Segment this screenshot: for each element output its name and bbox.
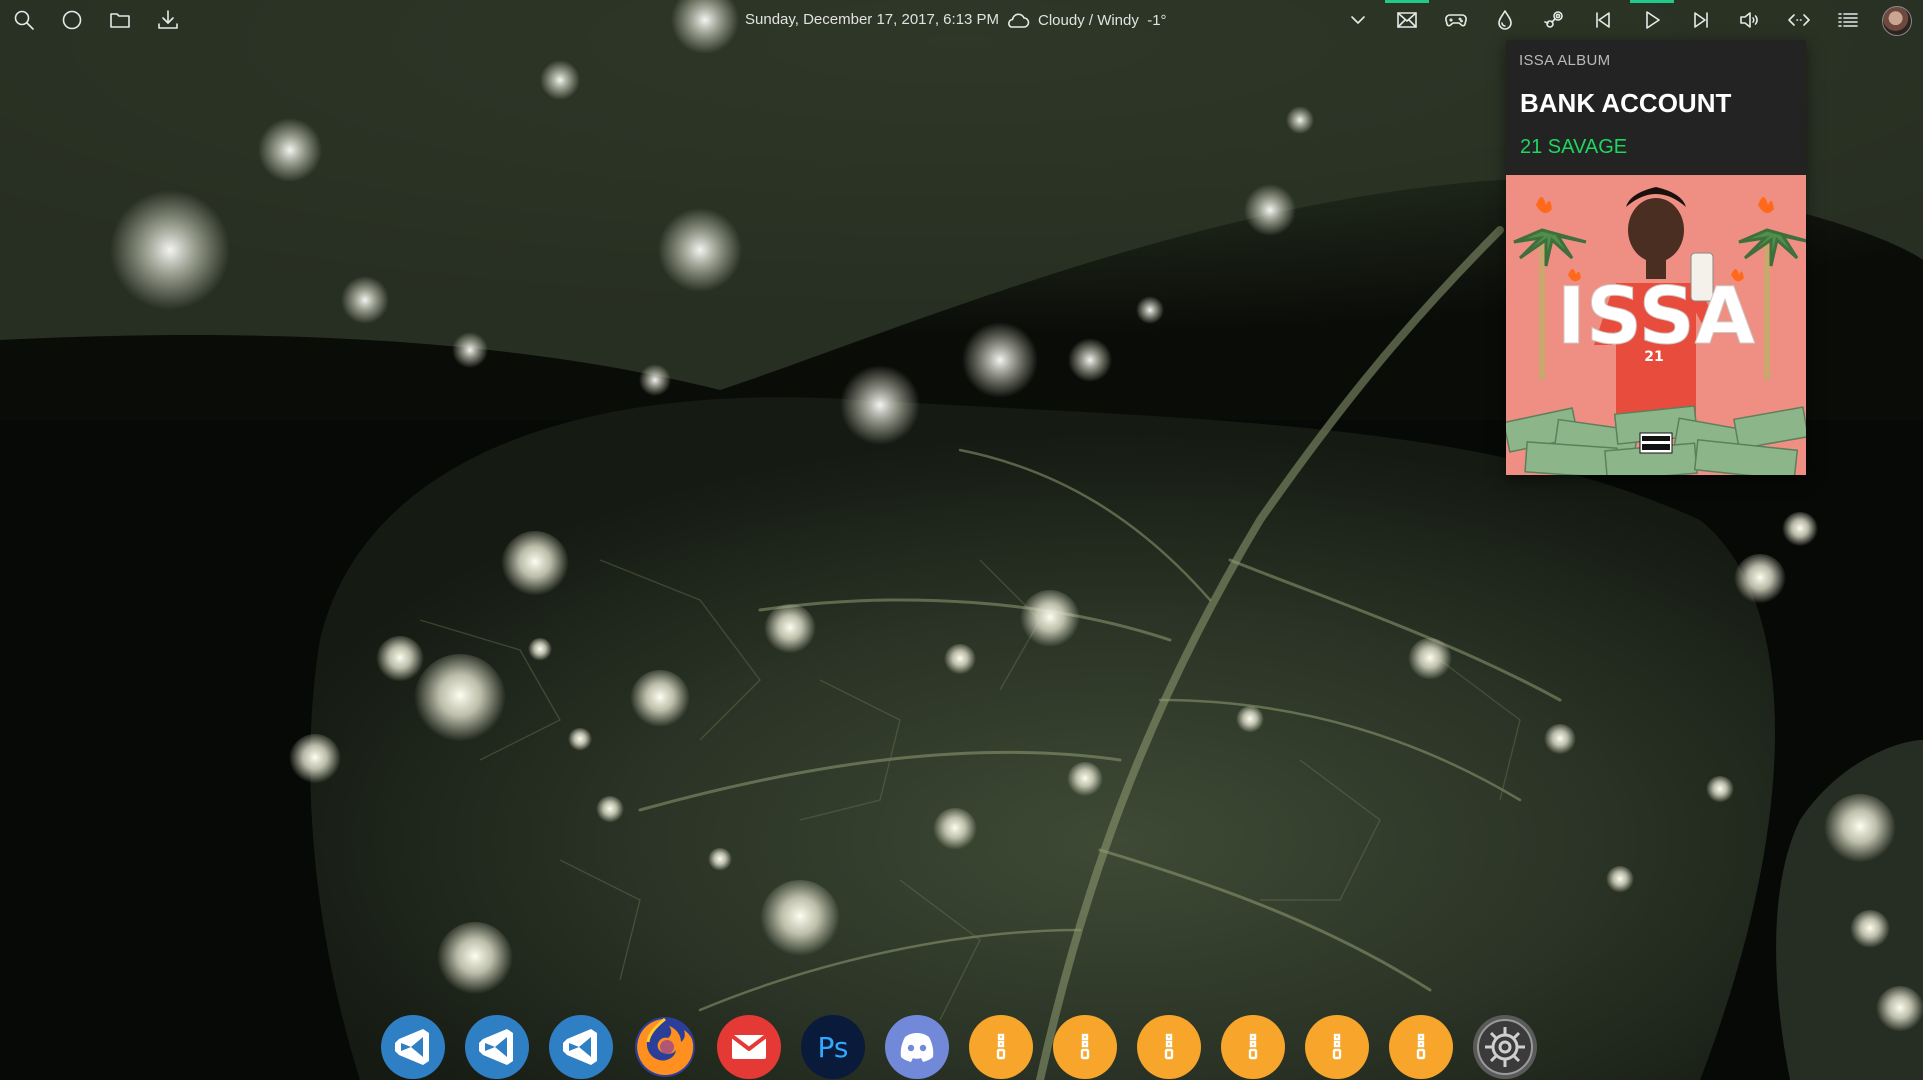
app-dock: Ps xyxy=(0,1015,1923,1080)
list-icon[interactable] xyxy=(1834,6,1862,34)
code-icon[interactable] xyxy=(1785,6,1813,34)
photoshop-icon[interactable]: Ps xyxy=(801,1015,865,1079)
album-cover-image: ISSA 21 xyxy=(1506,175,1806,475)
steam-icon[interactable] xyxy=(1540,6,1568,34)
gamepad-icon[interactable] xyxy=(1442,6,1470,34)
album-art[interactable]: ISSA 21 xyxy=(1506,175,1806,475)
desktop: Sunday, December 17, 2017, 6:13 PM Cloud… xyxy=(0,0,1923,1080)
datetime-label[interactable]: Sunday, December 17, 2017, 6:13 PM xyxy=(745,11,999,28)
folder-zip-icon[interactable] xyxy=(1221,1015,1285,1079)
folder-zip-icon[interactable] xyxy=(969,1015,1033,1079)
gmail-icon[interactable] xyxy=(717,1015,781,1079)
album-label: ISSA ALBUM xyxy=(1519,52,1611,69)
folder-zip-icon[interactable] xyxy=(1305,1015,1369,1079)
top-bar: Sunday, December 17, 2017, 6:13 PM Cloud… xyxy=(0,0,1923,40)
weather-text: Cloudy / Windy -1° xyxy=(1038,11,1167,29)
visual-studio-icon[interactable] xyxy=(465,1015,529,1079)
folder-zip-icon[interactable] xyxy=(1137,1015,1201,1079)
visual-studio-icon[interactable] xyxy=(549,1015,613,1079)
photoshop-label: Ps xyxy=(818,1031,849,1064)
settings-gear-icon[interactable] xyxy=(1473,1015,1537,1079)
firefox-icon[interactable] xyxy=(633,1015,697,1079)
track-title: BANK ACCOUNT xyxy=(1520,88,1732,118)
droplet-icon[interactable] xyxy=(1491,6,1519,34)
volume-icon[interactable] xyxy=(1736,6,1764,34)
mail-icon[interactable] xyxy=(1385,0,1429,34)
chevron-down-icon[interactable] xyxy=(1344,6,1372,34)
play-icon[interactable] xyxy=(1630,0,1674,34)
artist-name[interactable]: 21 SAVAGE xyxy=(1520,136,1627,159)
folder-zip-icon[interactable] xyxy=(1053,1015,1117,1079)
discord-icon[interactable] xyxy=(885,1015,949,1079)
weather-widget[interactable]: Cloudy / Windy -1° xyxy=(1004,11,1167,29)
next-track-icon[interactable] xyxy=(1687,6,1715,34)
folder-zip-icon[interactable] xyxy=(1389,1015,1453,1079)
search-icon[interactable] xyxy=(10,6,38,34)
folder-icon[interactable] xyxy=(106,6,134,34)
now-playing-widget[interactable]: ISSA ALBUM BANK ACCOUNT 21 SAVAGE ISSA 2… xyxy=(1506,40,1806,475)
cloud-icon xyxy=(1008,13,1030,28)
user-avatar-icon[interactable] xyxy=(1882,6,1912,36)
cortana-circle-icon[interactable] xyxy=(58,6,86,34)
download-icon[interactable] xyxy=(154,6,182,34)
album-art-logo: 21 xyxy=(1644,349,1663,365)
previous-track-icon[interactable] xyxy=(1589,6,1617,34)
visual-studio-icon[interactable] xyxy=(381,1015,445,1079)
